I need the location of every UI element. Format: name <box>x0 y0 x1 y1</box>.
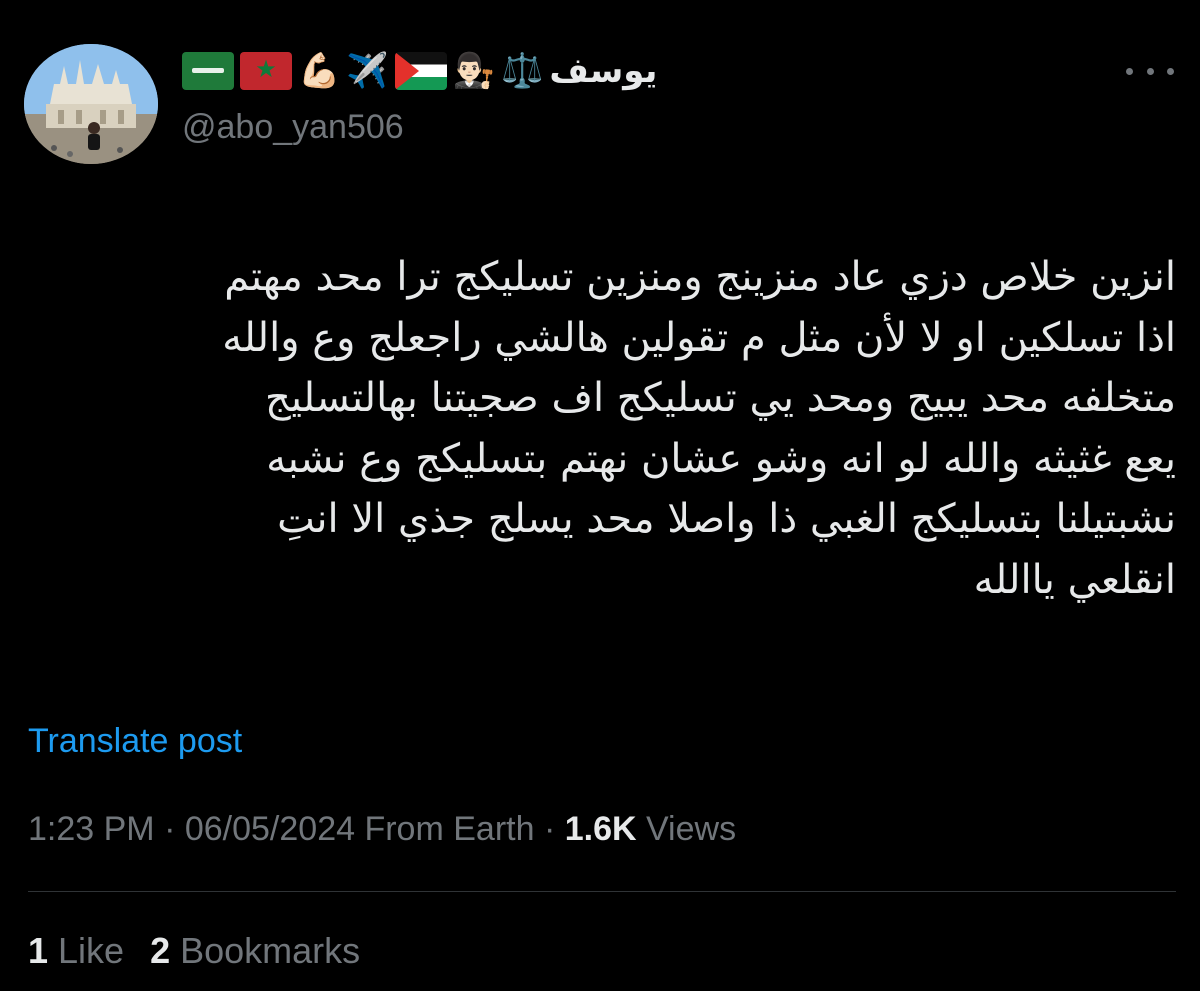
user-handle[interactable]: @abo_yan506 <box>182 108 404 147</box>
post-metadata: 1:23 PM · 06/05/2024 From Earth · 1.6K V… <box>28 810 736 849</box>
airplane-icon: ✈️ <box>346 51 389 91</box>
post-time[interactable]: 1:23 PM <box>28 810 155 848</box>
display-name[interactable]: يوسف <box>549 51 657 91</box>
avatar-photo <box>24 44 158 164</box>
avatar[interactable] <box>24 44 158 164</box>
post-text-line: اذا تسلكين او لا لأن مثل م تقولين هالشي … <box>222 314 1176 361</box>
likes-count: 1 <box>28 930 49 971</box>
bookmarks-stat[interactable]: 2 Bookmarks <box>150 930 360 971</box>
post-text: انزين خلاص دزي عاد منزينج ومنزين تسليكج … <box>24 247 1176 610</box>
bookmarks-count: 2 <box>150 930 171 971</box>
post-text-line: متخلفه محد يبيج ومحد يي تسليكج اف صجيتنا… <box>265 375 1176 421</box>
more-dot <box>1146 67 1154 75</box>
likes-label: Like <box>48 930 125 971</box>
morocco-flag-icon <box>240 52 292 90</box>
flexed-biceps-icon: 💪🏻 <box>298 51 341 91</box>
more-dot <box>1167 67 1174 75</box>
post-date[interactable]: 06/05/2024 <box>185 810 355 848</box>
judge-icon: 👨🏻‍⚖️ <box>452 51 496 91</box>
engagement-stats: 1 Like 2 Bookmarks <box>28 930 360 972</box>
post-text-line: نشبتيلنا بتسليكج الغبي ذا واصلا محد يسلج… <box>277 496 1176 542</box>
scales-icon: ⚖️ <box>501 51 544 91</box>
meta-separator: · <box>534 810 565 848</box>
translate-post-link[interactable]: Translate post <box>28 722 242 761</box>
likes-stat[interactable]: 1 Like <box>28 930 124 971</box>
divider <box>28 891 1176 892</box>
palestine-flag-icon <box>394 52 447 90</box>
meta-separator: · <box>154 810 185 848</box>
bookmarks-label: Bookmarks <box>170 930 361 971</box>
more-options-icon[interactable] <box>1126 56 1174 86</box>
saudi-flag-icon <box>182 52 234 90</box>
post-text-line: يعع غثيثه والله لو انه وشو عشان نهتم بتس… <box>266 435 1176 482</box>
more-dot <box>1126 67 1133 75</box>
views-count: 1.6K <box>564 810 637 848</box>
post-text-line: انقلعي ياالله <box>973 556 1176 603</box>
display-name-row[interactable]: 💪🏻 ✈️ 👨🏻‍⚖️ ⚖️ يوسف <box>182 46 657 96</box>
post-source: From Earth <box>355 810 535 848</box>
views-label: Views <box>636 810 737 848</box>
post-text-line: انزين خلاص دزي عاد منزينج ومنزين تسليكج … <box>224 254 1176 300</box>
